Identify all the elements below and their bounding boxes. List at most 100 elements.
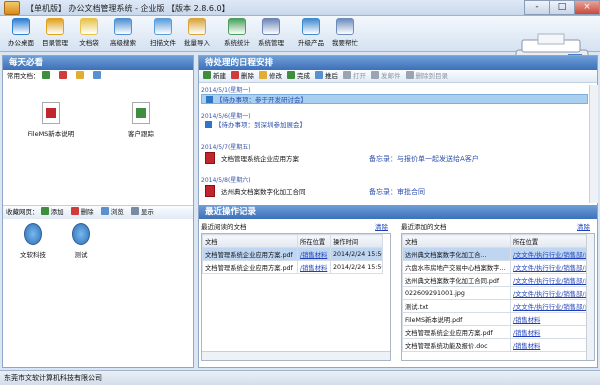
location-link[interactable]: /文文件/执行行业/销售部/合同: [510, 286, 587, 300]
toolbar-label: 系统统计: [224, 39, 250, 47]
read-clear-link[interactable]: 清除: [375, 221, 388, 231]
schedule-new-button[interactable]: 新建: [203, 70, 226, 83]
table-row[interactable]: 022609291001.jpg/文文件/执行行业/销售部/合同: [402, 286, 587, 300]
pdf-file-icon: [42, 102, 60, 124]
location-link[interactable]: /销售材料: [510, 325, 587, 339]
location-link[interactable]: /销售材料: [510, 312, 587, 326]
table-cell: 达州典文档案数字化加工合同.pdf: [402, 273, 511, 287]
schedule-note: 备忘录：审批合同: [369, 188, 425, 196]
doc-customer-track[interactable]: 客户跟踪: [113, 102, 169, 138]
read-col-doc[interactable]: 文档: [202, 234, 298, 248]
added-clear-link[interactable]: 清除: [577, 221, 590, 231]
table-cell: 达州典文档案数字化加工合...: [402, 247, 511, 261]
table-row[interactable]: 文档管理系统企业应用方案.pdf/销售材料 2014/2/24 15:56: [202, 247, 383, 261]
toolbar-home-button[interactable]: 办公桌面: [4, 18, 38, 51]
schedule-delete-button[interactable]: 删除: [231, 70, 254, 83]
table-row[interactable]: 文档管理系统企业应用方案.pdf/销售材料 2014/2/24 15:56: [202, 260, 383, 274]
globe-icon: [24, 223, 42, 245]
schedule-delete-to-dir-button[interactable]: 删除到目录: [405, 70, 448, 83]
added-col-location[interactable]: 所在位置: [510, 234, 587, 248]
location-link[interactable]: /销售材料: [297, 260, 331, 274]
toolbar-help-button[interactable]: 我要帮忙: [328, 18, 362, 51]
fav-add-button[interactable]: 添加: [40, 206, 64, 219]
schedule-item[interactable]: 2014/5/6(星期一) 【待办事项：到深圳参加展会】: [201, 111, 588, 130]
status-bar: 东莞市文软计算机科技有限公司: [0, 370, 600, 385]
complete-icon: [287, 71, 295, 79]
toolbar-scanner-button[interactable]: 扫描文件: [146, 18, 180, 51]
fav-wenruan[interactable]: 文软科技: [13, 223, 53, 259]
schedule-item[interactable]: 2014/5/8(星期六) 达州典文档案数字化加工合同 备忘录：审批合同: [201, 175, 588, 200]
email-icon: [371, 71, 379, 79]
open-icon: [343, 71, 351, 79]
doc-fileMS[interactable]: FileMS新本说明: [23, 102, 79, 138]
schedule-complete-button[interactable]: 完成: [287, 70, 310, 83]
schedule-note: 备忘录：与报价单一起发送给A客户: [369, 155, 479, 163]
schedule-email-button[interactable]: 发邮件: [371, 70, 401, 83]
schedule-text: 【待办事项：到深圳参加展会】: [215, 121, 306, 129]
maximize-button[interactable]: □: [549, 0, 575, 15]
todo-icon: [206, 96, 213, 103]
location-link[interactable]: /文文件/执行行业/销售部/合同: [510, 260, 587, 274]
location-link[interactable]: /销售材料: [510, 338, 587, 352]
system-settings-icon: [262, 18, 280, 35]
upgrade-icon: [302, 18, 320, 35]
location-link[interactable]: /销售材料: [297, 247, 331, 261]
added-title-bar: 最近添加的文档 清除: [401, 221, 595, 231]
table-row[interactable]: 文档管理系统企业应用方案.pdf/销售材料: [402, 325, 587, 339]
toolbar-label: 扫描文件: [150, 39, 176, 47]
table-row[interactable]: FileMS新本说明.pdf/销售材料: [402, 312, 587, 326]
schedule-item[interactable]: 2014/5/7(星期五) 文档管理系统企业应用方案 备忘录：与报价单一起发送给A客…: [201, 142, 588, 167]
common-docs-bar: 常用文档：: [3, 70, 193, 83]
scanner-icon: [154, 18, 172, 35]
schedule-modify-button[interactable]: 修改: [259, 70, 282, 83]
schedule-header: 待处理的日程安排: [199, 56, 597, 70]
added-title: 最近添加的文档: [401, 223, 447, 231]
favorites-bar: 收藏网页： 添加 删除 浏览 显示: [3, 205, 193, 219]
remove-doc-icon[interactable]: [58, 70, 69, 83]
toolbar-folder-tree-button[interactable]: 目录管理: [38, 18, 72, 51]
schedule-scrollbar[interactable]: [589, 85, 598, 203]
delete-icon: [231, 71, 239, 79]
batch-import-icon: [188, 18, 206, 35]
table-row[interactable]: 测试.txt/文文件/执行行业/销售部/合同: [402, 299, 587, 313]
table-row[interactable]: 达州典文档案数字化加工合.../文文件/执行行业/销售部/合同: [402, 247, 587, 261]
close-button[interactable]: ×: [574, 0, 600, 15]
search-icon: [114, 18, 132, 35]
view-icon[interactable]: [92, 70, 103, 83]
read-table: 文档 所在位置 操作时间 文档管理系统企业应用方案.pdf/销售材料 2014/2…: [202, 234, 383, 274]
new-icon: [203, 71, 211, 79]
company-name: 东莞市文软计算机科技有限公司: [4, 374, 102, 382]
schedule-postpone-button[interactable]: 推后: [315, 70, 338, 83]
fav-delete-button[interactable]: 删除: [70, 206, 94, 219]
toolbar-search-button[interactable]: 高级搜索: [106, 18, 140, 51]
read-hscroll[interactable]: [202, 351, 390, 360]
schedule-date: 2014/5/6(星期一): [201, 113, 251, 120]
right-panel: 待处理的日程安排 新建 删除 修改 完成 推后 打开 发邮件 删除到目录 2014/5/1(星…: [198, 55, 598, 368]
toolbar-batch-import-button[interactable]: 批量导入: [180, 18, 214, 51]
fav-browse-button[interactable]: 浏览: [100, 206, 124, 219]
table-row[interactable]: 六盘水市房地产交易中心档案数字.../文文件/执行行业/销售部/合同: [402, 260, 587, 274]
fav-display-button[interactable]: 显示: [130, 206, 154, 219]
location-link[interactable]: /文文件/执行行业/销售部/合同: [510, 273, 587, 287]
read-col-time[interactable]: 操作时间: [330, 234, 383, 248]
location-link[interactable]: /文文件/执行行业/销售部/合同: [510, 247, 587, 261]
table-row[interactable]: 文档管理系统功能及报价.doc/销售材料: [402, 338, 587, 352]
daily-header: 每天必看: [3, 56, 193, 70]
toolbar-statistics-button[interactable]: 系统统计: [220, 18, 254, 51]
toolbar-upgrade-button[interactable]: 升级产品: [294, 18, 328, 51]
table-row[interactable]: 达州典文档案数字化加工合同.pdf/文文件/执行行业/销售部/合同: [402, 273, 587, 287]
toolbar-document-bag-button[interactable]: 文档袋: [72, 18, 106, 51]
recent-header: 最近操作记录: [199, 205, 597, 219]
schedule-item[interactable]: 2014/5/1(星期一) 【待办事项：参于开发研讨会】: [201, 85, 588, 104]
added-vscroll[interactable]: [586, 234, 594, 360]
read-col-location[interactable]: 所在位置: [297, 234, 331, 248]
add-doc-icon[interactable]: [41, 70, 52, 83]
folder-icon[interactable]: [75, 70, 86, 83]
location-link[interactable]: /文文件/执行行业/销售部/合同: [510, 299, 587, 313]
toolbar-system-settings-button[interactable]: 系统管理: [254, 18, 288, 51]
fav-test[interactable]: 测试: [61, 223, 101, 259]
schedule-open-button[interactable]: 打开: [343, 70, 366, 83]
spreadsheet-file-icon: [132, 102, 150, 124]
added-col-doc[interactable]: 文档: [402, 234, 511, 248]
minimize-button[interactable]: -: [524, 0, 550, 15]
